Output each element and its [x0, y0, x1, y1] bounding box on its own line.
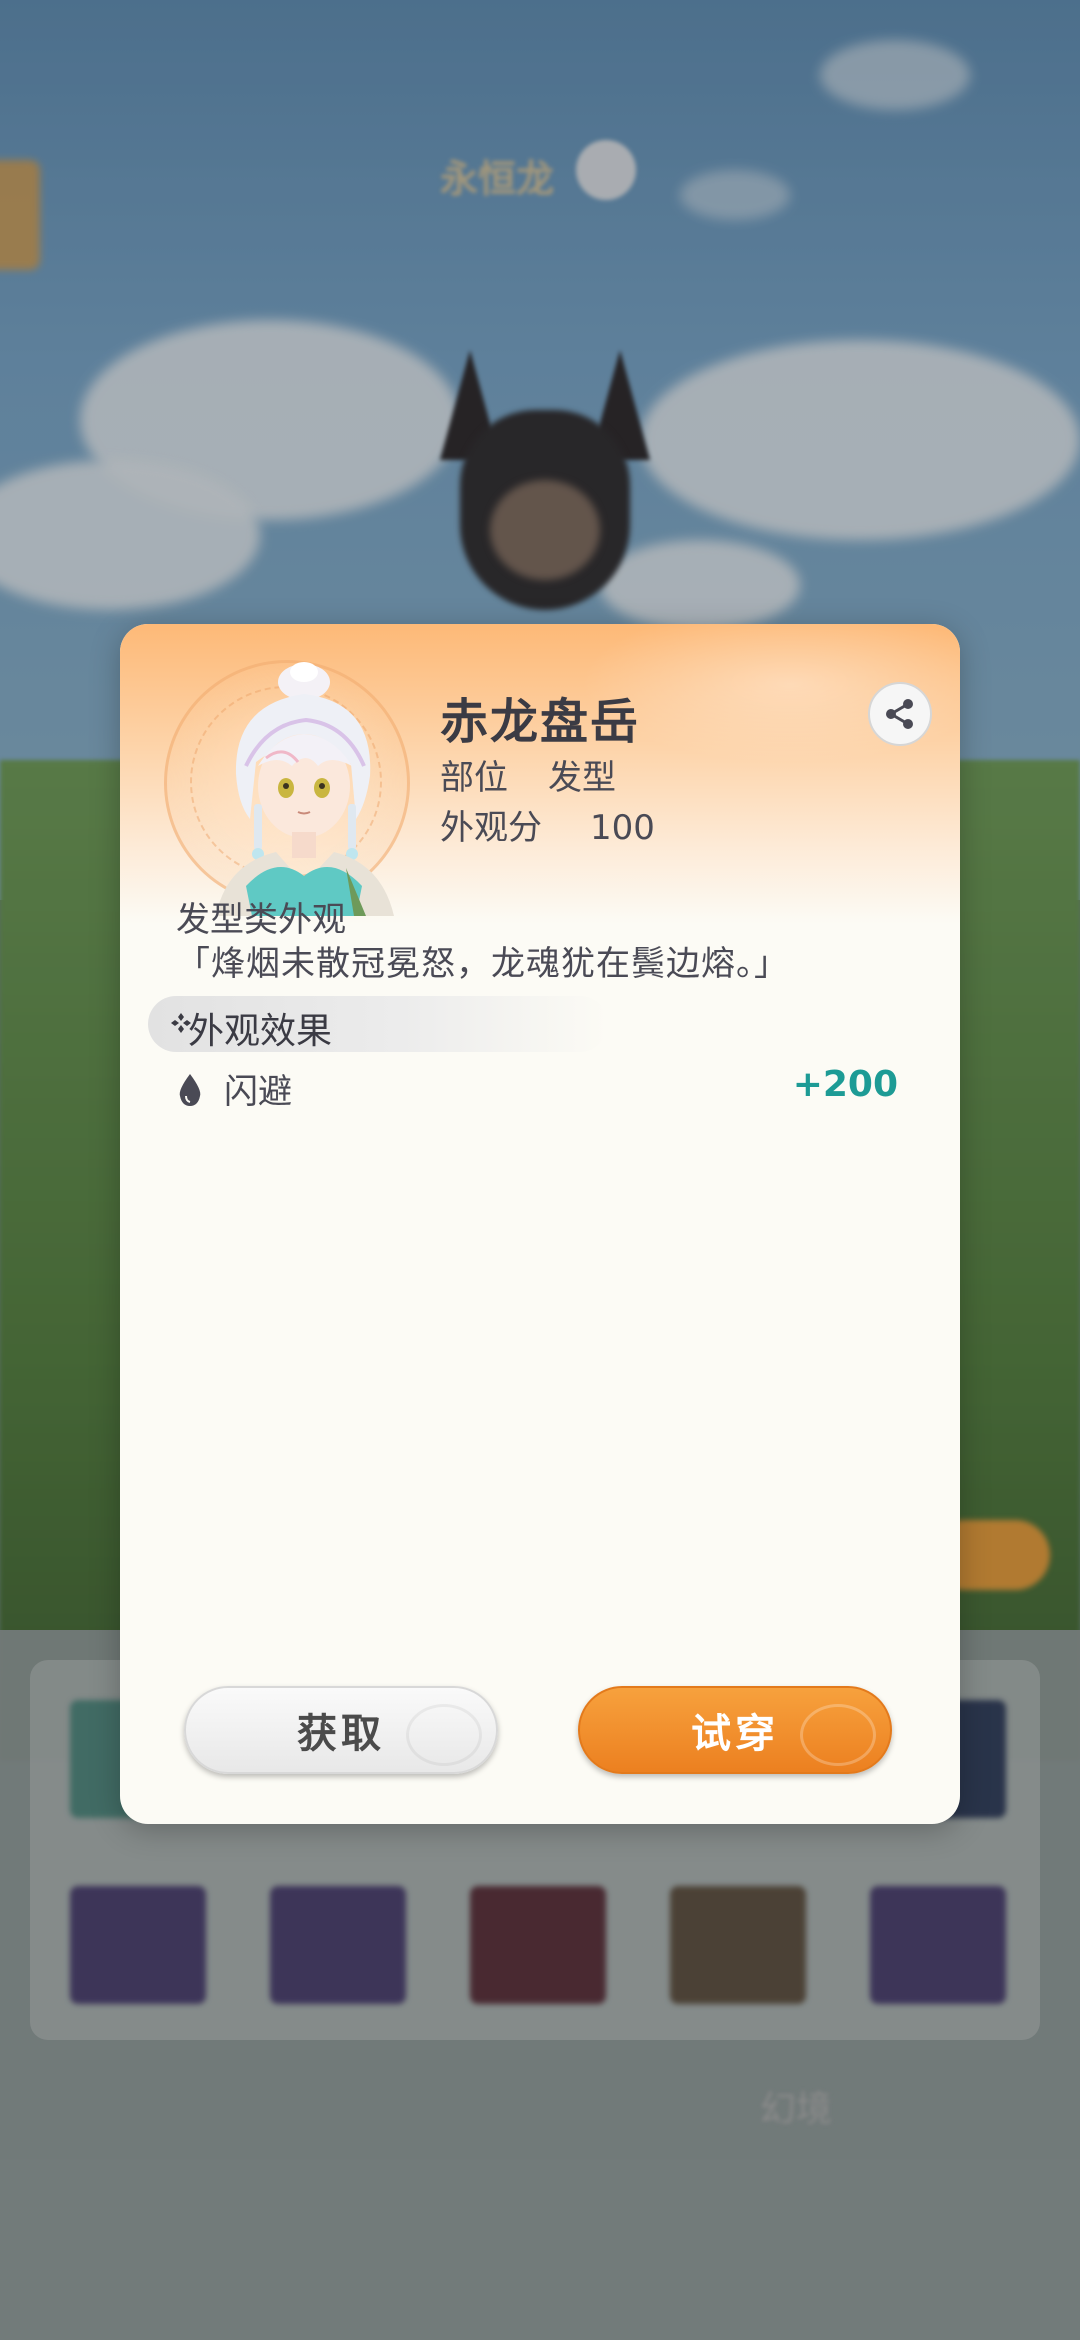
- item-detail-dialog: 赤龙盘岳 部位 发型 外观分 100 发型类外观 「烽烟未散冠冕怒，龙魂犹在鬓边熔。…: [120, 624, 960, 1824]
- item-title: 赤龙盘岳: [440, 694, 641, 750]
- get-button-label: 获取: [297, 1711, 385, 1757]
- stat-value: +200: [792, 1064, 898, 1105]
- score-label: 外观分: [440, 808, 542, 848]
- score-value: 100: [590, 808, 655, 848]
- button-decoration: [406, 1704, 482, 1766]
- part-value: 发型: [548, 758, 616, 798]
- part-label: 部位: [440, 758, 508, 798]
- share-icon: [886, 699, 913, 729]
- try-on-button[interactable]: 试穿: [578, 1686, 892, 1774]
- stat-name: 闪避: [224, 1072, 292, 1112]
- get-button[interactable]: 获取: [184, 1686, 498, 1774]
- item-quote: 「烽烟未散冠冕怒，龙魂犹在鬓边熔。」: [176, 944, 789, 984]
- button-decoration: [800, 1704, 876, 1766]
- character-portrait: [216, 662, 394, 916]
- score-row: 外观分 100: [440, 800, 655, 849]
- part-row: 部位 发型: [440, 750, 616, 799]
- water-drop-icon: [179, 1074, 201, 1106]
- share-button[interactable]: [868, 682, 932, 746]
- item-type: 发型类外观: [176, 900, 346, 940]
- try-on-button-label: 试穿: [691, 1711, 779, 1757]
- section-title: 外观效果: [188, 1011, 333, 1052]
